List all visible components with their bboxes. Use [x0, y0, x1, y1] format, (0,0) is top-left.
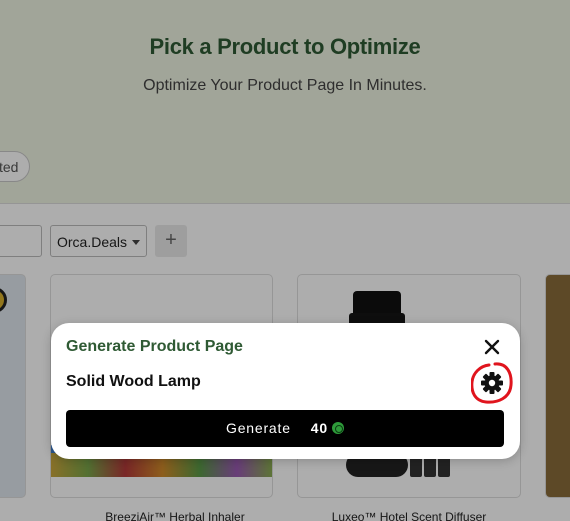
generate-button[interactable]: Generate 40 [66, 410, 504, 447]
close-icon [484, 339, 500, 355]
close-button[interactable] [482, 337, 502, 357]
credit-icon [331, 422, 344, 434]
settings-button[interactable] [470, 361, 513, 405]
selected-product-name: Solid Wood Lamp [66, 373, 201, 390]
gear-icon [470, 362, 513, 404]
generate-product-page-modal: Generate Product Page Solid Wood Lamp Ge… [51, 323, 520, 459]
generate-label: Generate [226, 420, 291, 436]
modal-title: Generate Product Page [66, 338, 243, 355]
credit-count: 40 [310, 420, 328, 436]
